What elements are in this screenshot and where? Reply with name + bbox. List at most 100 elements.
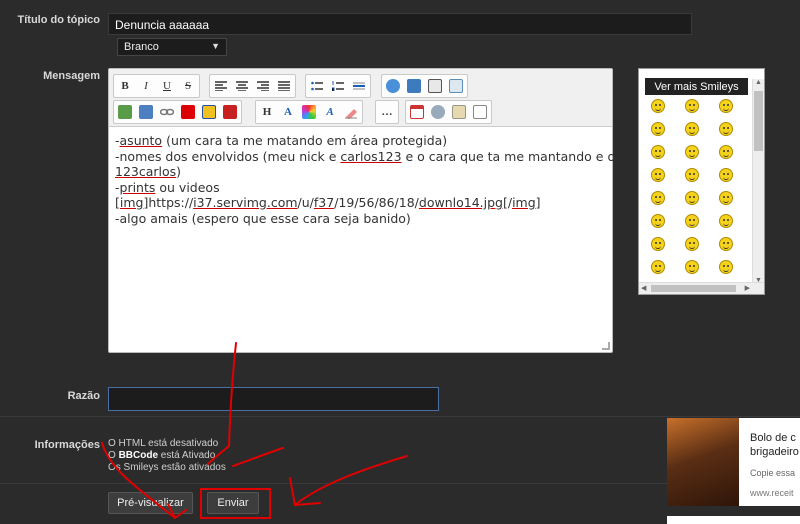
- topic-title-label: Título do tópico: [17, 14, 100, 26]
- align-right-button[interactable]: [254, 77, 272, 95]
- smiley-icon[interactable]: [719, 260, 733, 274]
- message-textarea[interactable]: -asunto (um cara ta me matando em área p…: [115, 133, 616, 226]
- italic-button[interactable]: I: [137, 77, 155, 95]
- message-line-1: -asunto (um cara ta me matando em área p…: [115, 133, 448, 148]
- underline-button[interactable]: U: [158, 77, 176, 95]
- ad-image-cake[interactable]: [667, 418, 739, 506]
- align-right-icon: [257, 81, 269, 91]
- justify-button[interactable]: [275, 77, 293, 95]
- smiley-icon[interactable]: [685, 260, 699, 274]
- bold-button[interactable]: B: [116, 77, 134, 95]
- smiley-icon[interactable]: [651, 260, 665, 274]
- clipboard-icon: [452, 105, 466, 119]
- toolbar-group-text: H A A: [255, 100, 363, 124]
- preview-button[interactable]: Pré-visualizar: [108, 492, 193, 514]
- scroll-up-icon[interactable]: ▲: [755, 79, 762, 86]
- annotation-arrow-shaft: [294, 455, 408, 506]
- clear-format-button[interactable]: [342, 103, 360, 121]
- smiley-horizontal-scrollbar[interactable]: ◀ ▶: [639, 282, 764, 294]
- horizontal-rule-icon: [353, 82, 365, 90]
- scroll-right-icon[interactable]: ▶: [745, 284, 750, 292]
- quote-button[interactable]: [384, 77, 402, 95]
- scroll-thumb[interactable]: [754, 91, 763, 151]
- smiley-icon[interactable]: [685, 168, 699, 182]
- resize-handle[interactable]: [602, 342, 610, 350]
- message-editor[interactable]: B I U S H A A … -asunto (um cara ta me m…: [108, 68, 616, 353]
- smiley-icon[interactable]: [719, 99, 733, 113]
- smiley-icon[interactable]: [685, 145, 699, 159]
- align-left-button[interactable]: [212, 77, 230, 95]
- toolbar-group-insert: [381, 74, 468, 98]
- smiley-icon[interactable]: [685, 99, 699, 113]
- align-center-button[interactable]: [233, 77, 251, 95]
- spoiler-button[interactable]: [426, 77, 444, 95]
- dailymotion-button[interactable]: [200, 103, 218, 121]
- heading-button[interactable]: H: [258, 103, 276, 121]
- hr-button[interactable]: [350, 77, 368, 95]
- topic-title-input[interactable]: Denuncia aaaaaa: [108, 13, 692, 35]
- ad-url[interactable]: www.receit: [750, 488, 794, 498]
- smiley-icon[interactable]: [651, 145, 665, 159]
- divider-top: [0, 416, 800, 417]
- color-select[interactable]: Branco ▼: [117, 38, 227, 56]
- code-button[interactable]: [405, 77, 423, 95]
- youtube-button[interactable]: [179, 103, 197, 121]
- bullet-list-button[interactable]: [308, 77, 326, 95]
- preview-button-icon[interactable]: [429, 103, 447, 121]
- youtube-icon: [181, 105, 195, 119]
- message-line-2: -nomes dos envolvidos (meu nick e carlos…: [115, 148, 616, 164]
- source-mode-button[interactable]: [471, 103, 489, 121]
- toolbar-group-lists: [305, 74, 371, 98]
- smiley-icon[interactable]: [685, 237, 699, 251]
- link-icon: [160, 108, 174, 116]
- scroll-thumb-horizontal[interactable]: [651, 285, 736, 292]
- message-line-4: -prints ou videos: [115, 179, 220, 195]
- paste-button[interactable]: [450, 103, 468, 121]
- ad-card[interactable]: Bolo de c brigadeiro Copie essa www.recei…: [667, 418, 800, 506]
- smiley-icon[interactable]: [651, 168, 665, 182]
- image-button[interactable]: [116, 103, 134, 121]
- more-button[interactable]: …: [378, 103, 396, 121]
- smiley-icon[interactable]: [719, 237, 733, 251]
- smiley-icon[interactable]: [719, 214, 733, 228]
- smiley-icon[interactable]: [651, 191, 665, 205]
- scroll-left-icon[interactable]: ◀: [641, 284, 646, 292]
- numbered-list-button[interactable]: [329, 77, 347, 95]
- ad-card-second[interactable]: [667, 516, 800, 524]
- strike-button[interactable]: S: [179, 77, 197, 95]
- document-icon: [473, 105, 487, 119]
- smiley-icon[interactable]: [719, 145, 733, 159]
- smiley-icon[interactable]: [651, 214, 665, 228]
- smiley-icon[interactable]: [685, 191, 699, 205]
- smiley-vertical-scrollbar[interactable]: ▲ ▼: [752, 79, 764, 284]
- ad-title[interactable]: Bolo de c brigadeiro: [750, 431, 799, 459]
- host-image-button[interactable]: [137, 103, 155, 121]
- magnifier-icon: [431, 105, 445, 119]
- smiley-icon[interactable]: [651, 99, 665, 113]
- smiley-icon[interactable]: [651, 122, 665, 136]
- color-button[interactable]: [300, 103, 318, 121]
- link-button[interactable]: [158, 103, 176, 121]
- send-button[interactable]: Enviar: [207, 492, 259, 514]
- smiley-icon[interactable]: [719, 122, 733, 136]
- toolbar-group-align: [209, 74, 296, 98]
- hide-button[interactable]: [447, 77, 465, 95]
- font-size-button[interactable]: A: [279, 103, 297, 121]
- smiley-icon[interactable]: [685, 122, 699, 136]
- date-button[interactable]: [408, 103, 426, 121]
- toolbar-group-more: …: [375, 100, 399, 124]
- smiley-icon[interactable]: [651, 237, 665, 251]
- info-smileys-status: Os Smileys estão ativados: [108, 462, 226, 473]
- more-smileys-button[interactable]: Ver mais Smileys: [645, 78, 748, 95]
- smiley-icon[interactable]: [719, 191, 733, 205]
- smiley-grid: [643, 99, 747, 274]
- reason-input[interactable]: [108, 387, 439, 411]
- font-family-button[interactable]: A: [321, 103, 339, 121]
- smiley-icon[interactable]: [719, 168, 733, 182]
- smiley-icon[interactable]: [685, 214, 699, 228]
- ad-subtitle: Copie essa: [750, 468, 796, 478]
- flash-button[interactable]: [221, 103, 239, 121]
- editor-toolbar: B I U S H A A …: [109, 69, 612, 127]
- code-icon: [407, 79, 421, 93]
- color-select-value: Branco: [124, 41, 159, 53]
